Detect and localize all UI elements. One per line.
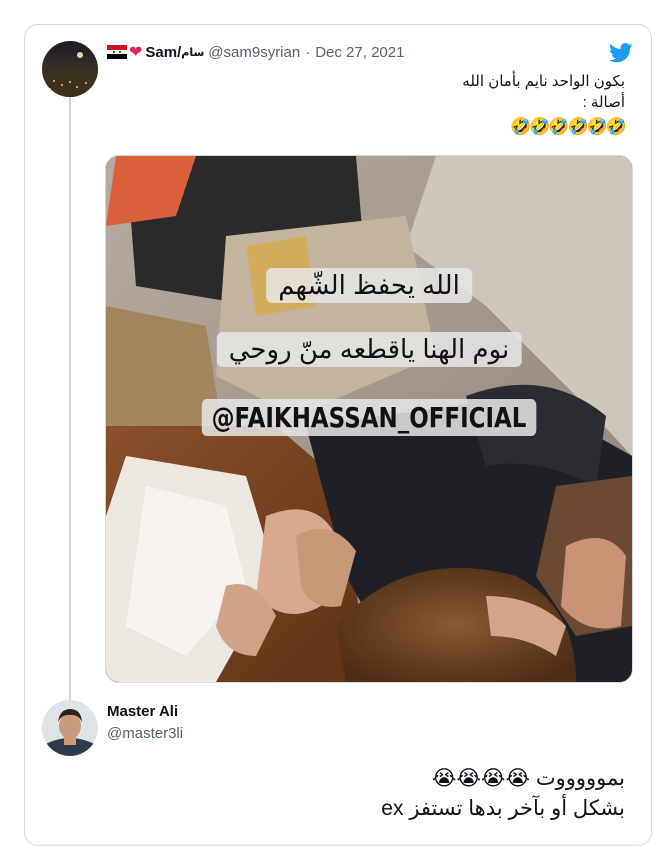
- reply-text-line-1: بموووووت 😭😭😭😭: [431, 767, 625, 790]
- twitter-bird-icon[interactable]: [609, 43, 633, 63]
- author-display-name[interactable]: Sam/: [145, 44, 181, 61]
- tweet-media-image[interactable]: الله يحفظ الشّهم نوم الهنا ياقطعه منّ رو…: [105, 155, 633, 683]
- tweet-card[interactable]: ❤ Sam/ سام @sam9syrian · Dec 27, 2021 بك…: [24, 24, 652, 846]
- tweet-text-line-1: بكون الواحد نايم بأمان الله: [462, 73, 625, 90]
- media-overlay-caption-1: الله يحفظ الشّهم: [266, 268, 472, 303]
- media-overlay-watermark: @FAIKHASSAN_OFFICIAL: [201, 399, 537, 436]
- tweet-emoji-line: 🤣🤣🤣🤣🤣🤣: [509, 117, 627, 136]
- tweet-date[interactable]: Dec 27, 2021: [315, 44, 404, 61]
- reply-avatar[interactable]: [42, 700, 98, 756]
- reply-display-name[interactable]: Master Ali: [107, 703, 178, 720]
- author-avatar[interactable]: [42, 41, 98, 97]
- syria-flag-icon: [107, 45, 127, 59]
- tweet-text-line-2: أصالة :: [582, 94, 625, 111]
- author-handle[interactable]: @sam9syrian: [208, 44, 300, 61]
- thread-line: [69, 97, 71, 709]
- separator-dot: ·: [305, 43, 311, 61]
- reply-handle[interactable]: @master3li: [107, 725, 183, 742]
- reply-text-line-2: بشكل أو بآخر بدها تستفز ex: [381, 797, 625, 820]
- author-display-name-arabic[interactable]: سام: [181, 46, 204, 59]
- media-overlay-caption-2: نوم الهنا ياقطعه منّ روحي: [216, 332, 522, 367]
- tweet-header: ❤ Sam/ سام @sam9syrian · Dec 27, 2021: [107, 41, 404, 63]
- heart-icon: ❤: [129, 44, 143, 61]
